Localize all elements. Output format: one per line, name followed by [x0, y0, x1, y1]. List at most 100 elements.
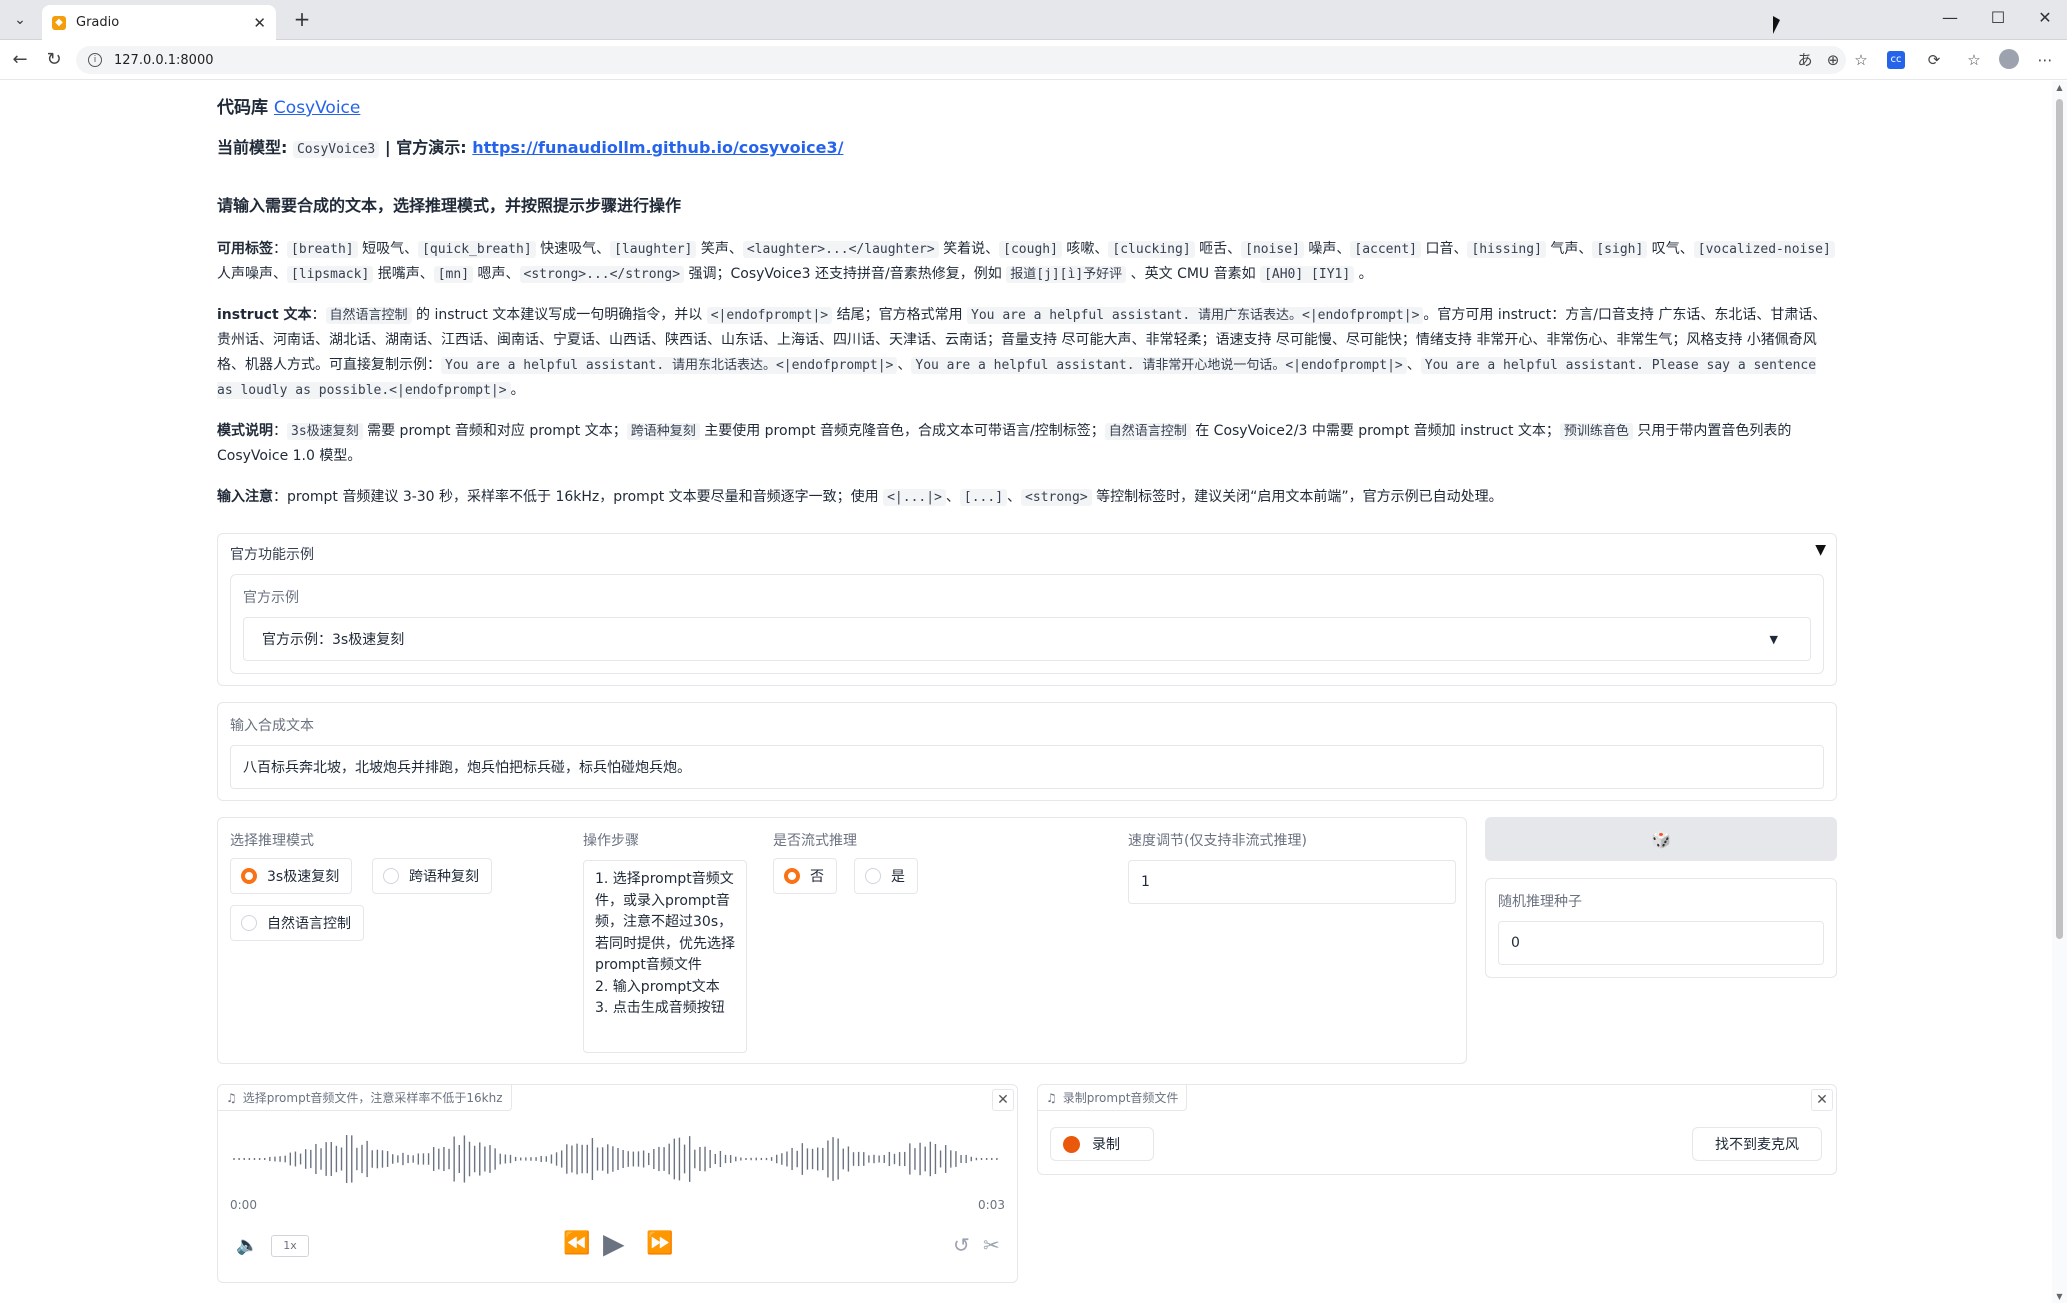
- note-text: 口音、: [1421, 241, 1468, 257]
- note-text: 结尾；官方格式常用: [832, 307, 968, 323]
- window-close-icon[interactable]: ✕: [2030, 8, 2060, 27]
- tags-content: [breath] 短吸气、 [quick_breath] 快速吸气、 [laught…: [217, 241, 1835, 283]
- translate-icon[interactable]: あ: [1794, 49, 1816, 71]
- volume-icon[interactable]: 🔈: [236, 1235, 258, 1256]
- demo-link[interactable]: https://funaudiollm.github.io/cosyvoice3…: [472, 138, 843, 157]
- extension-icon[interactable]: cc: [1887, 51, 1905, 69]
- skip-forward-icon[interactable]: ⏩: [646, 1231, 673, 1256]
- inline-code: <strong>: [1021, 489, 1092, 506]
- stream-option-no[interactable]: 否: [773, 858, 837, 894]
- scrollbar-thumb[interactable]: [2056, 99, 2063, 939]
- stream-option-label: 是: [891, 869, 905, 885]
- new-tab-icon[interactable]: +: [290, 8, 314, 32]
- favorites-list-icon[interactable]: ☆: [1963, 49, 1985, 71]
- demo-label: 官方演示:: [396, 138, 467, 157]
- inline-code: [laughter]: [610, 241, 697, 258]
- seed-input[interactable]: 0: [1498, 921, 1824, 965]
- url-field[interactable]: i 127.0.0.1:8000: [76, 46, 1846, 74]
- mode-note: 模式说明： 3s极速复刻 需要 prompt 音频和对应 prompt 文本； 跨语…: [217, 423, 1792, 464]
- site-info-icon[interactable]: i: [88, 53, 102, 67]
- undo-icon[interactable]: ↺: [953, 1233, 970, 1257]
- mode-option-cross-lingual[interactable]: 跨语种复刻: [372, 858, 492, 894]
- stream-option-label: 否: [810, 869, 824, 885]
- microphone-select-button[interactable]: 找不到麦克风: [1692, 1127, 1822, 1161]
- chevron-down-icon: ▼: [1769, 632, 1778, 646]
- note-text: 。: [1354, 266, 1373, 282]
- mouse-cursor-icon: [1773, 16, 1780, 34]
- inline-code: <strong>...</strong>: [519, 266, 685, 283]
- note-text: 。: [510, 382, 525, 398]
- inline-code: You are a helpful assistant. 请非常开心地说一句话。…: [911, 357, 1407, 374]
- repo-link[interactable]: CosyVoice: [274, 98, 360, 118]
- note-text: 人声噪声、: [217, 266, 287, 282]
- mode-option-label: 3s极速复刻: [267, 869, 340, 885]
- record-button[interactable]: 录制: [1050, 1127, 1154, 1161]
- stream-option-yes[interactable]: 是: [854, 858, 918, 894]
- inline-code: [quick_breath]: [418, 241, 536, 258]
- tts-text-input[interactable]: 八百标兵奔北坡，北坡炮兵并排跑，炮兵怕把标兵碰，标兵怕碰炮兵炮。: [230, 745, 1824, 789]
- note-text: 嗯声、: [473, 266, 520, 282]
- accordion-title[interactable]: 官方功能示例: [230, 544, 314, 564]
- upload-audio-block: ♫ 选择prompt音频文件，注意采样率不低于16khz ✕ 0:00 0:03 …: [217, 1084, 1018, 1283]
- examples-dropdown[interactable]: 官方示例：3s极速复刻 ▼: [243, 617, 1811, 661]
- clear-audio-icon[interactable]: ✕: [992, 1089, 1014, 1111]
- profile-avatar-icon[interactable]: [1998, 49, 2020, 71]
- inline-code: 预训练音色: [1559, 423, 1633, 440]
- favorite-star-icon[interactable]: ☆: [1850, 49, 1872, 71]
- accordion-toggle-icon[interactable]: ▼: [1815, 542, 1826, 558]
- gradio-favicon-icon: ◆: [52, 15, 66, 30]
- skip-backward-icon[interactable]: ⏪: [563, 1231, 590, 1256]
- instruct-content: 自然语言控制 的 instruct 文本建议写成一句明确指令，并以 <|endo…: [217, 307, 1826, 399]
- dice-button[interactable]: 🎲: [1485, 817, 1837, 861]
- note-text: 需要 prompt 音频和对应 prompt 文本；: [362, 423, 627, 439]
- audio-waveform[interactable]: [230, 1123, 1006, 1203]
- back-icon[interactable]: ←: [8, 49, 32, 73]
- tab-title: Gradio: [76, 15, 120, 30]
- page-scrollbar[interactable]: ▲ ▼: [2052, 81, 2067, 1303]
- note-text: 咂舌、: [1194, 241, 1242, 257]
- input-label: 输入注意: [217, 489, 273, 505]
- input-content: prompt 音频建议 3-30 秒，采样率不低于 16kHz，prompt 文…: [287, 489, 1503, 506]
- model-label: 当前模型:: [217, 138, 288, 157]
- inline-code: 自然语言控制: [325, 307, 412, 324]
- extensions-puzzle-icon[interactable]: ⟳: [1923, 49, 1945, 71]
- play-icon[interactable]: ▶: [603, 1227, 625, 1260]
- url-text: 127.0.0.1:8000: [114, 52, 214, 68]
- radio-checked-icon: [784, 868, 800, 884]
- examples-dropdown-value: 官方示例：3s极速复刻: [262, 632, 405, 648]
- playback-speed-button[interactable]: 1x: [271, 1235, 309, 1257]
- mode-option-3s[interactable]: 3s极速复刻: [230, 858, 353, 894]
- browser-tab[interactable]: ◆ Gradio ✕: [42, 5, 276, 40]
- trim-scissors-icon[interactable]: ✂: [983, 1233, 1000, 1257]
- inline-code: 自然语言控制: [1104, 423, 1191, 440]
- scroll-up-icon[interactable]: ▲: [2052, 83, 2067, 92]
- speed-input[interactable]: 1: [1128, 860, 1456, 904]
- inline-code: [vocalized-noise]: [1693, 241, 1835, 258]
- minimize-icon[interactable]: —: [1935, 8, 1965, 27]
- note-text: 、英文 CMU 音素如: [1126, 266, 1261, 282]
- maximize-icon[interactable]: ☐: [1983, 8, 2013, 27]
- note-text: 叹气、: [1647, 241, 1694, 257]
- seed-label: 随机推理种子: [1498, 894, 1582, 910]
- repo-line: 代码库 CosyVoice: [217, 95, 1837, 121]
- clear-recording-icon[interactable]: ✕: [1811, 1089, 1833, 1111]
- radio-unchecked-icon: [865, 868, 881, 884]
- scroll-down-icon[interactable]: ▼: [2052, 1292, 2067, 1301]
- inline-code: [noise]: [1241, 241, 1304, 258]
- gradio-page: 代码库 CosyVoice 当前模型: CosyVoice3 | 官方演示: h…: [2, 81, 2052, 1301]
- mode-label: 模式说明: [217, 423, 273, 439]
- mode-option-instruct[interactable]: 自然语言控制: [230, 905, 364, 941]
- note-text: 主要使用 prompt 音频克隆音色，合成文本可带语言/控制标签；: [699, 423, 1105, 439]
- reload-icon[interactable]: ↻: [42, 49, 66, 73]
- upload-audio-label-text: 选择prompt音频文件，注意采样率不低于16khz: [242, 1091, 503, 1105]
- zoom-icon[interactable]: ⊕: [1822, 49, 1844, 71]
- note-text: 强调；CosyVoice3 还支持拼音/音素热修复，例如: [684, 266, 1007, 282]
- tab-close-icon[interactable]: ✕: [253, 14, 266, 32]
- inline-code: 报道[j][ì]予好评: [1006, 266, 1127, 283]
- radio-checked-icon: [241, 868, 257, 884]
- more-menu-icon[interactable]: ⋯: [2034, 49, 2056, 71]
- tab-list-chevron-icon[interactable]: ⌄: [8, 8, 32, 32]
- record-audio-block: ♫ 录制prompt音频文件 ✕ 录制 找不到麦克风: [1037, 1084, 1837, 1175]
- note-text: 快速吸气、: [535, 241, 611, 257]
- examples-accordion: 官方功能示例 ▼ 官方示例 官方示例：3s极速复刻 ▼: [217, 533, 1837, 686]
